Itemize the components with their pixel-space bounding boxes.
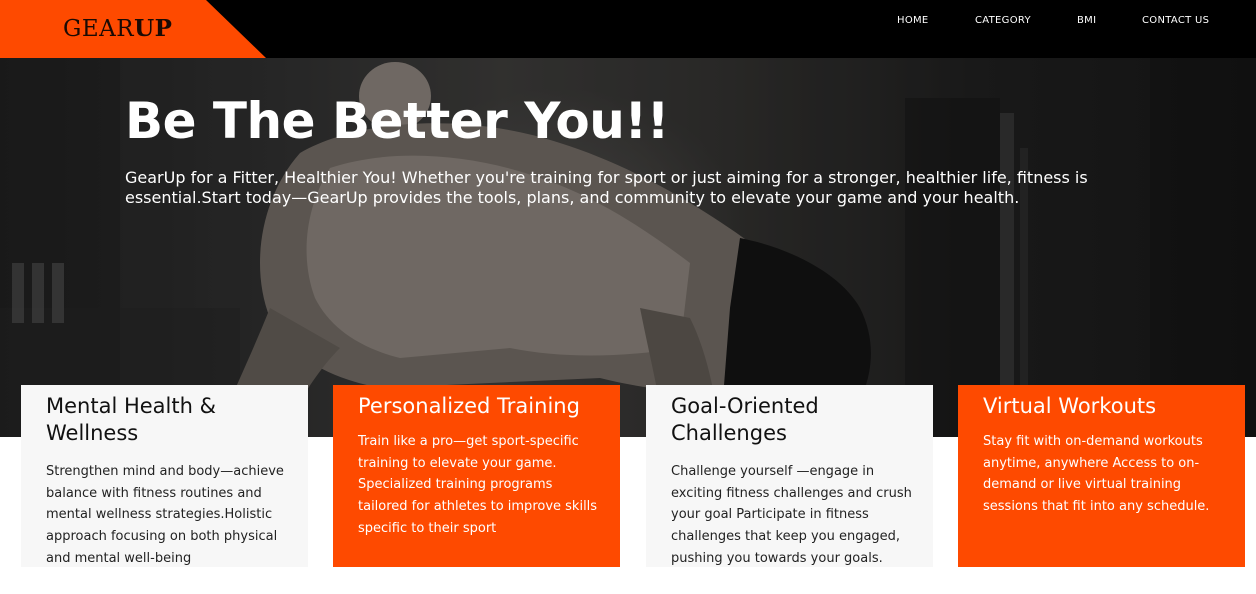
nav-contact-us-link[interactable]: CONTACT US — [1142, 14, 1209, 28]
card-text: Challenge yourself —engage in exciting f… — [671, 464, 912, 566]
card-title: Mental Health & Wellness — [46, 394, 216, 445]
nav-bmi-link[interactable]: BMI — [1077, 14, 1096, 28]
nav-category-link[interactable]: CATEGORY — [975, 14, 1031, 28]
card-title: Personalized Training — [358, 394, 580, 418]
main-nav: HOME CATEGORY BMI CONTACT US — [0, 14, 1256, 28]
card-text: Strengthen mind and body—achieve balance… — [46, 464, 284, 566]
card-title: Goal-Oriented Challenges — [671, 394, 819, 445]
site-header: GEARUP HOME CATEGORY BMI CONTACT US — [0, 0, 1256, 58]
nav-home-link[interactable]: HOME — [897, 14, 929, 28]
card-title: Virtual Workouts — [983, 394, 1157, 418]
hero-subtitle: GearUp for a Fitter, Healthier You! Whet… — [125, 168, 1088, 207]
card-text: Train like a pro—get sport-specific trai… — [358, 434, 598, 536]
feature-card-mental-health[interactable]: Mental Health & Wellness Strengthen mind… — [21, 385, 308, 567]
card-text: Stay fit with on-demand workouts anytime… — [983, 434, 1210, 515]
hero-title: Be The Better You!! — [125, 92, 669, 150]
feature-card-goal-oriented-challenges[interactable]: Goal-Oriented Challenges Challenge yours… — [646, 385, 933, 567]
landing-page: GEARUP HOME CATEGORY BMI CONTACT US Be T… — [0, 0, 1256, 594]
feature-card-virtual-workouts[interactable]: Virtual Workouts Stay fit with on-demand… — [958, 385, 1245, 567]
feature-card-personalized-training[interactable]: Personalized Training Train like a pro—g… — [333, 385, 620, 567]
hero-section: Be The Better You!! GearUp for a Fitter,… — [0, 58, 1256, 437]
